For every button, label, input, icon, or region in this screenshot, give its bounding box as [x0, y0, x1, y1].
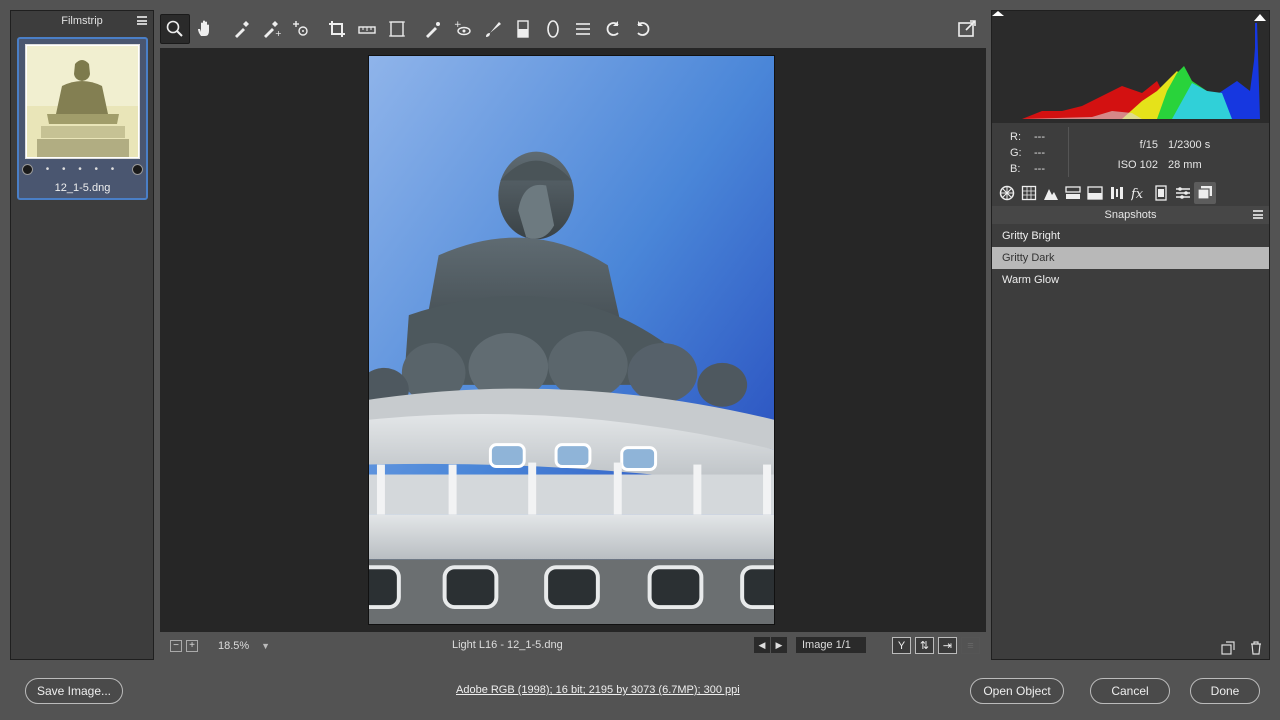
image-count: Image 1/1 [796, 637, 866, 653]
filmstrip-thumbnail[interactable]: • • • • • 12_1-5.dng [17, 37, 148, 200]
workflow-options-link[interactable]: Adobe RGB (1998); 16 bit; 2195 by 3073 (… [456, 684, 740, 696]
rating-dots[interactable]: • • • • • [46, 164, 120, 175]
red-eye-icon[interactable]: + [448, 14, 478, 44]
thumbnail-filename: 12_1-5.dng [54, 182, 111, 194]
svg-text:+: + [275, 29, 281, 38]
readout-divider [1068, 127, 1069, 177]
chevron-down-icon: ▼ [261, 641, 270, 651]
hand-icon[interactable] [190, 14, 220, 44]
detail-icon[interactable] [1040, 182, 1062, 204]
snapshot-item[interactable]: Warm Glow [992, 269, 1269, 291]
b-value: --- [1034, 163, 1045, 175]
open-object-button[interactable]: Open Object [970, 678, 1064, 704]
copy-settings-icon[interactable]: ⇥ [938, 637, 957, 654]
snapshot-item[interactable]: Gritty Bright [992, 225, 1269, 247]
rotate-left-icon[interactable] [598, 14, 628, 44]
tool-bar: + + [160, 12, 986, 46]
adjustments-panel: R: --- G: --- B: --- f/15 1/2300 s ISO 102 28… [991, 10, 1270, 660]
g-value: --- [1034, 147, 1045, 159]
zoom-in-button[interactable]: + [186, 640, 198, 652]
next-image-icon[interactable]: ▶ [771, 637, 787, 653]
new-snapshot-icon[interactable] [1221, 641, 1235, 655]
histogram [992, 11, 1269, 123]
done-button[interactable]: Done [1190, 678, 1260, 704]
presets-icon[interactable] [1172, 182, 1194, 204]
r-value: --- [1034, 131, 1045, 143]
r-label: R: [1010, 131, 1021, 143]
color-sampler-icon[interactable]: + [256, 14, 286, 44]
b-label: B: [1010, 163, 1021, 175]
save-image-button[interactable]: Save Image... [25, 678, 123, 704]
filmstrip-menu-icon[interactable] [137, 16, 147, 25]
thumbnail-image [25, 44, 140, 159]
zoom-out-button[interactable]: − [170, 640, 182, 652]
image-preview-area[interactable] [160, 48, 986, 632]
bottom-bar: Save Image... Adobe RGB (1998); 16 bit; … [0, 668, 1280, 720]
svg-text:+: + [454, 20, 462, 30]
file-info-label: Light L16 - 12_1-5.dng [452, 639, 563, 651]
status-bar: − + 18.5% ▼ Light L16 - 12_1-5.dng ◀ ▶ I… [160, 634, 986, 658]
snapshots-header: Snapshots [992, 206, 1269, 224]
zoom-level-select[interactable]: 18.5% ▼ [214, 637, 274, 655]
thumbnail-controls: • • • • • [22, 163, 143, 175]
target-adjust-icon[interactable] [286, 14, 316, 44]
basic-icon[interactable] [996, 182, 1018, 204]
transform-icon[interactable] [382, 14, 412, 44]
trash-icon[interactable] [1249, 641, 1263, 655]
snapshots-title: Snapshots [1104, 209, 1157, 221]
split-toning-icon[interactable] [1084, 182, 1106, 204]
rotate-right-icon[interactable] [628, 14, 658, 44]
camera-raw-window: Filmstrip • • • • • 12_1-5.dng + + − + 1… [0, 0, 1280, 720]
preview-photo[interactable] [368, 55, 775, 625]
radial-filter-icon[interactable] [538, 14, 568, 44]
g-label: G: [1010, 147, 1022, 159]
iso-value: ISO 102 [1117, 159, 1158, 171]
full-screen-icon[interactable] [952, 14, 982, 44]
straighten-icon[interactable] [352, 14, 382, 44]
toggle-settings-icon[interactable]: ≡ [961, 637, 980, 654]
adjustment-brush-icon[interactable] [478, 14, 508, 44]
lens-icon[interactable] [1106, 182, 1128, 204]
filmstrip-title: Filmstrip [61, 15, 103, 27]
adjustments-badge-icon [132, 163, 143, 175]
spot-removal-icon[interactable] [418, 14, 448, 44]
panel-footer [1207, 641, 1263, 655]
reject-icon[interactable] [22, 163, 33, 175]
exif-info: f/15 1/2300 s ISO 102 28 mm [1104, 135, 1211, 175]
crop-icon[interactable] [322, 14, 352, 44]
preferences-icon[interactable] [568, 14, 598, 44]
snapshots-list: Gritty Bright Gritty Dark Warm Glow [992, 225, 1269, 291]
view-buttons: Y ⇅ ⇥ ≡ [888, 637, 980, 654]
shutter-value: 1/2300 s [1168, 139, 1211, 151]
zoom-level-value: 18.5% [218, 640, 250, 652]
image-navigation: ◀ ▶ Image 1/1 [754, 637, 866, 653]
aperture-value: f/15 [1139, 139, 1158, 151]
svg-text:fx: fx [1131, 187, 1144, 201]
snapshots-icon[interactable] [1194, 182, 1216, 204]
tone-curve-icon[interactable] [1018, 182, 1040, 204]
filmstrip-panel: Filmstrip • • • • • 12_1-5.dng [10, 10, 154, 660]
white-balance-icon[interactable] [226, 14, 256, 44]
rgb-values: R: --- G: --- B: --- [1010, 129, 1045, 177]
focal-length-value: 28 mm [1168, 159, 1202, 171]
pixel-readout: R: --- G: --- B: --- f/15 1/2300 s ISO 102 28… [992, 125, 1269, 187]
hsl-icon[interactable] [1062, 182, 1084, 204]
panel-tabs: fx [992, 181, 1269, 205]
camera-calibration-icon[interactable] [1150, 182, 1172, 204]
cancel-button[interactable]: Cancel [1090, 678, 1170, 704]
filmstrip-header: Filmstrip [11, 11, 153, 31]
previous-image-icon[interactable]: ◀ [754, 637, 770, 653]
snapshots-menu-icon[interactable] [1253, 210, 1263, 219]
graduated-filter-icon[interactable] [508, 14, 538, 44]
snapshot-item[interactable]: Gritty Dark [992, 247, 1269, 269]
before-after-toggle-button[interactable]: Y [892, 637, 911, 654]
effects-icon[interactable]: fx [1128, 182, 1150, 204]
zoom-icon[interactable] [160, 14, 190, 44]
swap-settings-icon[interactable]: ⇅ [915, 637, 934, 654]
